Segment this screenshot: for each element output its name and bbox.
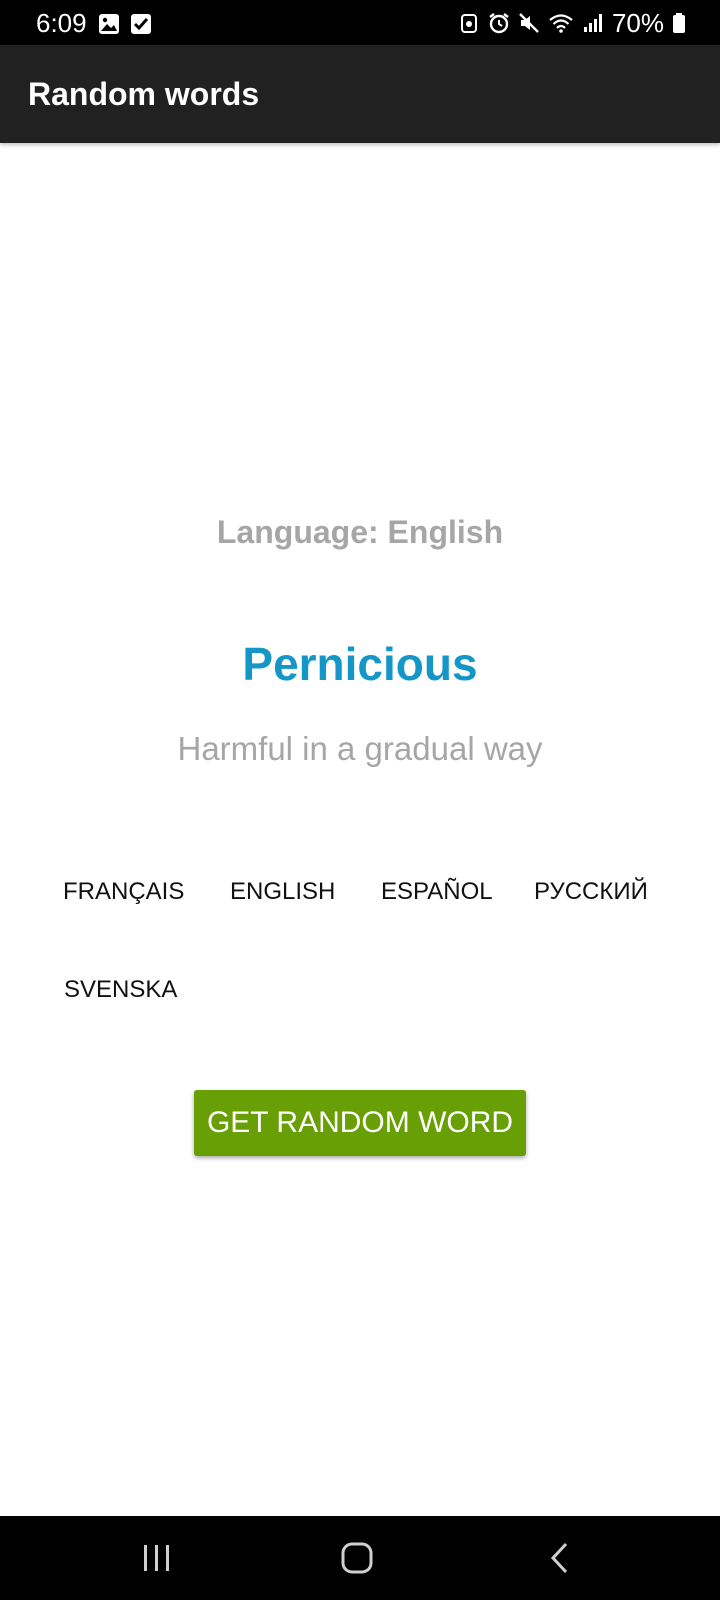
recent-apps-icon [144,1545,169,1571]
language-button-espanol[interactable]: ESPAÑOL [381,862,493,922]
language-button-russian[interactable]: РУССКИЙ [534,862,648,922]
status-right: 70% [458,8,686,38]
navigation-bar [0,1516,720,1600]
word-definition: Harmful in a gradual way [177,730,543,767]
gallery-icon [99,14,119,34]
status-bar: 6:09 70% [0,0,720,45]
home-icon [341,1542,373,1574]
app-bar: Random words [0,45,720,143]
status-time: 6:09 [36,8,87,38]
language-button-francais[interactable]: FRANÇAIS [63,862,184,922]
wifi-icon [549,14,573,33]
signal-icon [583,14,602,32]
checkbox-icon [131,14,151,34]
screen: 6:09 70% Random words Language: English … [0,0,720,1600]
mute-icon [519,13,539,33]
app-title: Random words [28,76,260,112]
random-word: Pernicious [242,638,478,690]
language-label: Language: English [216,514,504,550]
recent-apps-button[interactable] [127,1534,187,1582]
back-button[interactable] [530,1534,590,1582]
language-button-english[interactable]: ENGLISH [230,862,335,922]
back-icon [550,1542,568,1574]
language-button-svenska[interactable]: SVENSKA [64,960,177,1020]
battery-icon [673,13,685,33]
battery-percent: 70% [611,8,664,38]
home-button[interactable] [327,1534,387,1582]
get-random-word-button[interactable]: GET RANDOM WORD [194,1090,526,1156]
alarm-icon [489,13,509,34]
status-left-icons [98,13,152,35]
data-saver-icon [460,14,477,33]
